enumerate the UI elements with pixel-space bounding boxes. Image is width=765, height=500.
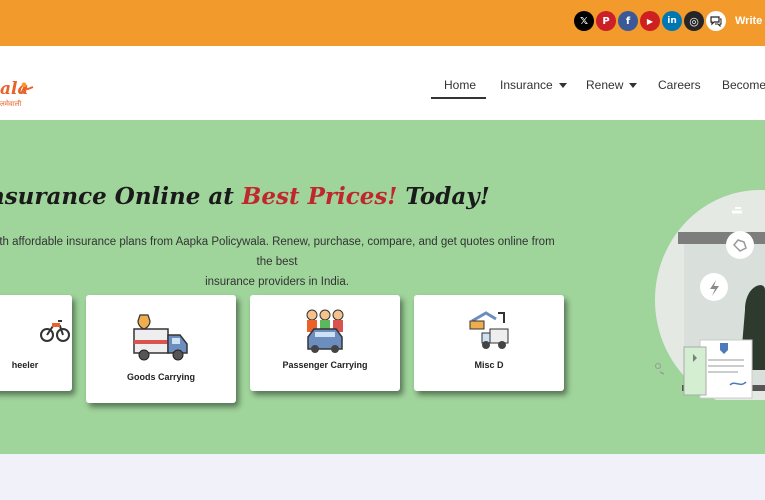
chevron-down-icon xyxy=(629,83,638,89)
card-label: Passenger Carrying xyxy=(282,360,368,370)
nav-insurance-label: Insurance xyxy=(500,78,553,92)
youtube-icon[interactable]: ▶ xyxy=(640,11,660,31)
pinterest-icon[interactable]: P xyxy=(596,11,616,31)
card-two-wheeler[interactable]: heeler xyxy=(0,295,72,391)
card-label: Misc D xyxy=(474,360,504,370)
nav-renew-label: Renew xyxy=(586,78,624,92)
passenger-car-icon xyxy=(306,309,344,353)
linkedin-icon[interactable]: in xyxy=(662,11,682,31)
hero-illustration xyxy=(655,190,765,400)
chevron-down-icon xyxy=(558,83,567,89)
instagram-icon[interactable]: ◎ xyxy=(684,11,704,31)
chat-icon[interactable] xyxy=(706,11,726,31)
nav-insurance[interactable]: Insurance xyxy=(500,78,567,92)
hero-headline: nsurance Online at Best Prices! Today! xyxy=(0,183,490,210)
x-icon[interactable]: 𝕏 xyxy=(574,11,594,31)
card-label: heeler xyxy=(11,360,39,370)
nav-become[interactable]: Become xyxy=(722,78,765,92)
active-nav-indicator xyxy=(431,97,486,99)
hero-subtitle: th affordable insurance plans from Aapka… xyxy=(0,236,555,288)
top-bar: 𝕏 P f ▶ in ◎ Write a xyxy=(0,0,765,46)
hero-section: nsurance Online at Best Prices! Today! t… xyxy=(0,120,765,454)
motorbike-icon xyxy=(40,320,70,342)
logo-figure-icon xyxy=(20,82,34,94)
nav-careers[interactable]: Careers xyxy=(658,78,701,92)
card-passenger-carrying[interactable]: Passenger Carrying xyxy=(250,295,400,391)
bottom-section xyxy=(0,454,765,500)
card-label: Goods Carrying xyxy=(126,372,195,382)
misc-vehicle-icon xyxy=(469,311,509,349)
truck-icon xyxy=(133,314,188,361)
card-misc-d[interactable]: Misc D xyxy=(414,295,564,391)
logo-tagline: लमेवाली xyxy=(0,101,22,108)
nav-renew[interactable]: Renew xyxy=(586,78,638,92)
card-goods-carrying[interactable]: Goods Carrying xyxy=(86,295,236,403)
facebook-icon[interactable]: f xyxy=(618,11,638,31)
write-link[interactable]: Write a xyxy=(735,15,765,27)
nav-home[interactable]: Home xyxy=(444,78,476,92)
nav-bar: ala लमेवाली Home Insurance Renew Careers… xyxy=(0,46,765,120)
